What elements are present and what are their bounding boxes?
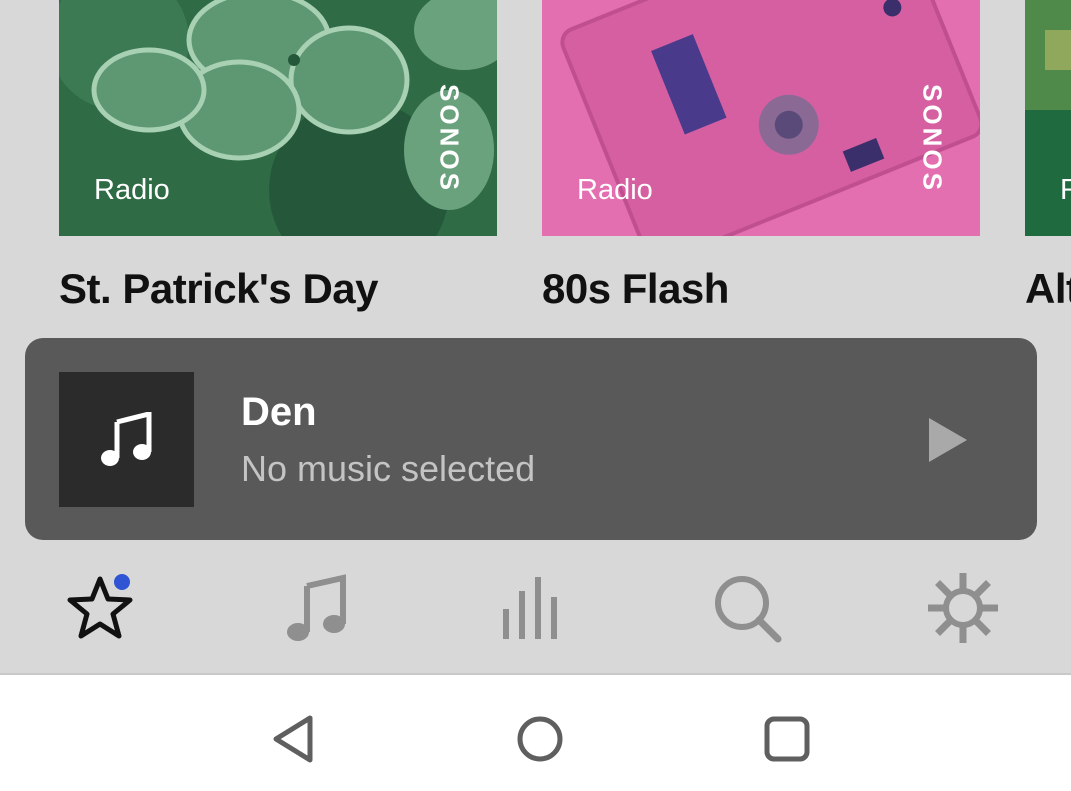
equalizer-bars-icon (503, 577, 557, 639)
station-card-80s-flash[interactable]: Radio SONOS 80s Flash (542, 0, 980, 320)
tab-rooms[interactable] (492, 568, 572, 648)
radio-badge: Radio (577, 174, 653, 206)
station-title: St. Patrick's Day (59, 265, 379, 312)
play-icon (929, 418, 967, 462)
recents-square-icon (764, 716, 810, 762)
system-navigation-bar (0, 673, 1071, 791)
radio-badge: Radio (1060, 174, 1071, 206)
music-note-icon (287, 574, 346, 641)
home-circle-icon (517, 716, 563, 762)
playback-status: No music selected (241, 448, 536, 489)
home-button[interactable] (514, 713, 566, 765)
back-triangle-icon (273, 715, 313, 763)
station-artwork: Radio SONOS (59, 0, 497, 236)
station-card-alt[interactable]: Radio Alt (1025, 0, 1071, 320)
music-note-icon (100, 411, 151, 466)
notification-dot (114, 574, 130, 590)
tab-settings[interactable] (923, 568, 1003, 648)
now-playing-bar[interactable]: Den No music selected (25, 338, 1037, 540)
station-card-st-patricks-day[interactable]: Radio SONOS St. Patrick's Day (59, 0, 497, 320)
room-name: Den (241, 390, 317, 434)
radio-badge: Radio (94, 174, 170, 206)
recents-button[interactable] (761, 713, 813, 765)
album-art-placeholder (59, 372, 194, 507)
sonos-logo: SONOS (434, 83, 465, 193)
station-title: 80s Flash (542, 265, 729, 312)
tab-browse[interactable] (277, 568, 357, 648)
sonos-logo: SONOS (917, 83, 948, 193)
station-artwork: Radio SONOS (542, 0, 980, 236)
station-artwork: Radio (1025, 0, 1071, 236)
play-button[interactable] (923, 416, 971, 464)
bottom-tab-bar (0, 548, 1071, 673)
gear-icon (928, 573, 998, 643)
search-icon (715, 576, 782, 643)
station-title: Alt (1025, 265, 1071, 312)
radio-station-carousel: Radio SONOS St. Patrick's Day Radio SONO (0, 0, 1071, 330)
tab-search[interactable] (707, 568, 787, 648)
back-button[interactable] (268, 713, 320, 765)
